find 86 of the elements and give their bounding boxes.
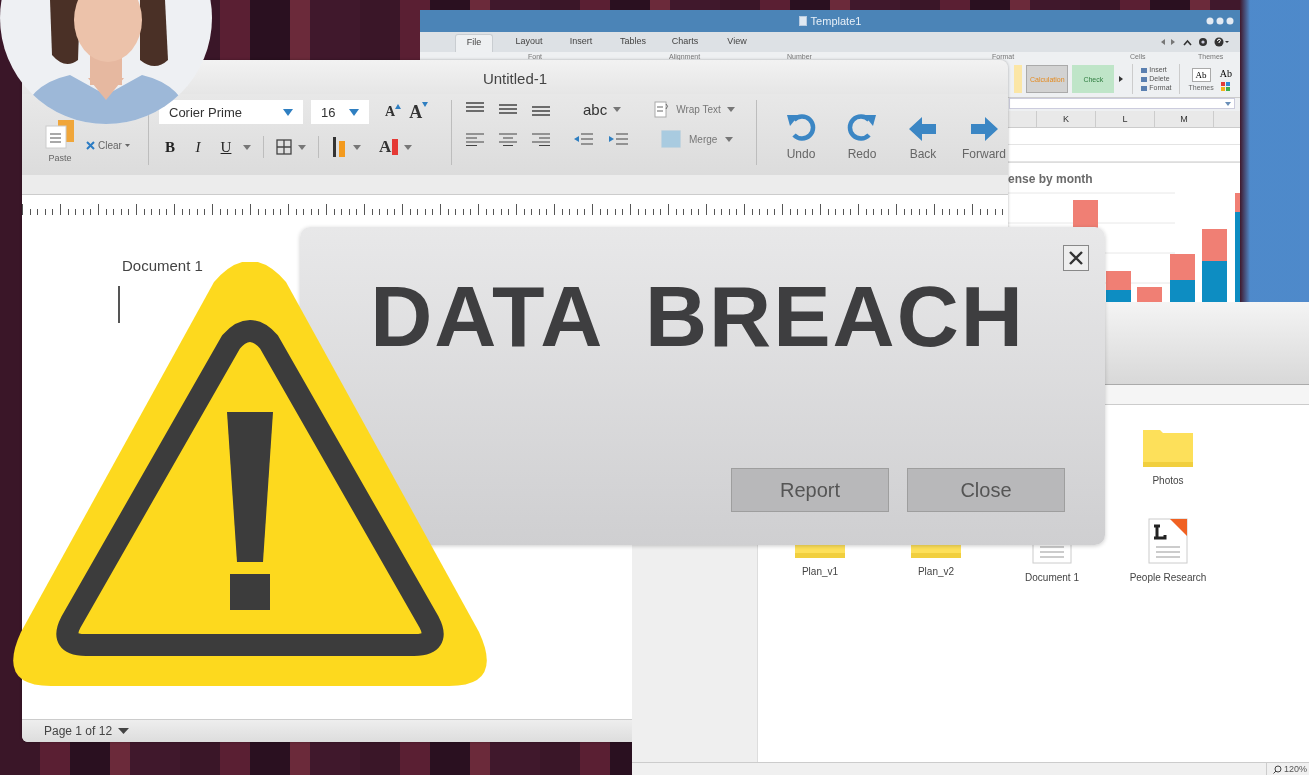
caret-icon — [349, 108, 359, 116]
caret-icon[interactable] — [353, 144, 361, 150]
align-icon[interactable] — [499, 102, 517, 116]
document-title: Document 1 — [122, 257, 204, 274]
ribbon-tab[interactable]: View — [711, 34, 763, 52]
underline-button[interactable]: U — [215, 138, 237, 156]
window-title: Template1 — [810, 15, 862, 27]
close-icon — [86, 141, 95, 150]
paste-button[interactable]: Paste — [44, 120, 76, 163]
merge-button[interactable]: Merge — [661, 130, 734, 148]
font-color-button[interactable]: A — [379, 137, 399, 157]
back-button[interactable]: Back — [899, 100, 947, 165]
align-icon[interactable] — [466, 132, 484, 146]
column-header[interactable]: L — [1095, 111, 1154, 127]
ribbon-tab[interactable]: Charts — [659, 34, 711, 52]
page-selector[interactable]: Page 1 of 12 — [44, 724, 130, 738]
redo-icon — [845, 111, 879, 141]
grow-font-button[interactable]: A — [385, 104, 402, 120]
dropdown-icon[interactable] — [1225, 101, 1231, 106]
left-arrow-icon — [909, 117, 937, 141]
document-icon — [798, 16, 807, 26]
zoom-level[interactable]: 120% — [1265, 763, 1309, 775]
right-arrow-icon — [970, 117, 998, 141]
clear-button[interactable]: Clear — [86, 140, 130, 151]
caret-icon — [725, 136, 734, 142]
wrap-icon — [654, 100, 671, 118]
up-arrow-icon — [395, 104, 402, 109]
settings-icon[interactable] — [1198, 37, 1208, 47]
caret-icon — [124, 144, 130, 147]
font-select[interactable]: Corier Prime — [159, 100, 303, 124]
fill-color-icon[interactable] — [331, 137, 347, 157]
dialog-button[interactable]: Report — [731, 468, 889, 512]
chart-bar — [1202, 261, 1227, 302]
chart-title: ense by month — [1008, 172, 1093, 186]
merge-icon — [661, 130, 681, 148]
close-button[interactable] — [1063, 245, 1089, 271]
cell-style-swatch[interactable] — [1014, 65, 1023, 93]
align-icon[interactable] — [532, 132, 550, 146]
file-item[interactable]: People Research — [1110, 518, 1226, 583]
forward-button[interactable]: Forward — [960, 100, 1008, 165]
chart-bar — [1202, 229, 1227, 261]
theme-fonts-button[interactable]: Ab — [1219, 67, 1232, 79]
font-size-select[interactable]: 16 — [311, 100, 369, 124]
caret-icon[interactable] — [298, 144, 306, 150]
scroll-arrows-icon[interactable] — [1159, 38, 1177, 46]
letter-document-icon — [1148, 518, 1188, 564]
indent-icon[interactable] — [608, 132, 628, 146]
file-item[interactable]: Photos — [1110, 427, 1226, 486]
dialog-title: DATA BREACH — [369, 267, 1026, 366]
align-icon[interactable] — [499, 132, 517, 146]
down-arrow-icon — [422, 101, 429, 107]
more-icon[interactable] — [1206, 17, 1234, 25]
ribbon-tab[interactable]: Insert — [555, 34, 607, 52]
shrink-font-button[interactable]: A — [409, 101, 429, 123]
italic-button[interactable]: I — [187, 138, 209, 156]
dialog-button[interactable]: Close — [907, 468, 1065, 512]
borders-icon[interactable] — [276, 139, 292, 155]
text-case-button[interactable]: abc — [583, 100, 622, 118]
ribbon-tab[interactable]: Layout — [503, 34, 555, 52]
close-icon — [1069, 251, 1083, 265]
ribbon-tab[interactable]: Tables — [607, 34, 659, 52]
help-icon[interactable] — [1214, 37, 1230, 47]
chart-bar — [1170, 254, 1195, 280]
redo-button[interactable]: Redo — [838, 100, 886, 165]
chart-bar — [1137, 287, 1162, 302]
column-header[interactable]: M — [1154, 111, 1213, 127]
caret-icon[interactable] — [404, 144, 413, 150]
formula-field[interactable] — [1009, 98, 1235, 109]
theme-colors-icon[interactable] — [1220, 81, 1231, 91]
caret-icon — [118, 728, 130, 734]
bold-button[interactable]: B — [159, 138, 181, 156]
undo-icon — [784, 111, 818, 141]
outdent-icon[interactable] — [573, 132, 593, 146]
text-cursor — [118, 286, 120, 323]
wrap-text-button[interactable]: Wrap Text — [654, 100, 735, 118]
search-icon — [1272, 764, 1282, 774]
clipboard-icon — [44, 120, 76, 150]
chart-bar — [1170, 280, 1195, 302]
column-header[interactable]: K — [1036, 111, 1095, 127]
caret-icon — [283, 108, 293, 116]
ribbon-tab[interactable]: File — [455, 34, 493, 52]
caret-icon[interactable] — [243, 144, 251, 150]
more-styles-icon[interactable] — [1118, 75, 1125, 83]
collapse-icon[interactable] — [1183, 38, 1192, 46]
undo-button[interactable]: Undo — [777, 100, 825, 165]
folder-icon — [1143, 427, 1193, 467]
